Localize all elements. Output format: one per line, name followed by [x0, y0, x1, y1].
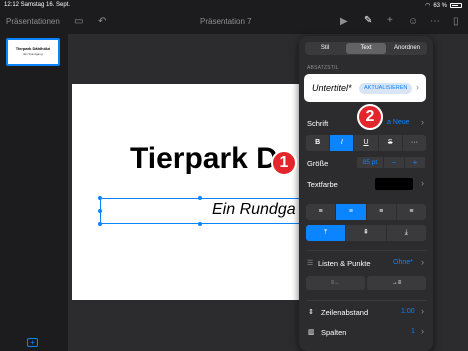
lists-value[interactable]: Ohne*: [393, 259, 413, 266]
battery-icon: [450, 3, 462, 8]
columns-value[interactable]: 1: [411, 328, 415, 335]
align-middle-button[interactable]: ⇞: [346, 225, 386, 241]
list-icon: ☰: [307, 260, 314, 267]
sidebar-toggle-icon[interactable]: ▭: [74, 17, 83, 27]
format-panel: Stil Text Anordnen ABSATZSTIL Untertitel…: [299, 36, 433, 351]
align-right-button[interactable]: ≡: [366, 204, 396, 220]
columns-icon: ▥: [308, 329, 315, 336]
line-spacing-label: Zeilenabstand: [321, 308, 369, 317]
add-slide-button[interactable]: +: [27, 338, 38, 347]
selection-handle[interactable]: [98, 209, 102, 213]
status-right: ◠ 63 %: [425, 2, 462, 9]
status-time: 12:12 Samstag 16. Sept.: [4, 2, 71, 8]
text-color-label: Textfarbe: [307, 180, 338, 189]
italic-button[interactable]: I: [330, 135, 354, 151]
selection-handle[interactable]: [98, 196, 102, 200]
add-icon[interactable]: +: [387, 16, 393, 26]
text-color-swatch[interactable]: [375, 178, 413, 190]
strikethrough-button[interactable]: S: [378, 135, 402, 151]
size-increase-button[interactable]: +: [405, 157, 425, 168]
lists-label: Listen & Punkte: [318, 259, 371, 268]
more-icon[interactable]: ⋯: [430, 17, 440, 27]
size-stepper: 85 pt − +: [357, 157, 425, 168]
line-spacing-value[interactable]: 1.00: [401, 308, 415, 315]
size-value[interactable]: 85 pt: [357, 157, 383, 168]
more-format-button[interactable]: ···: [402, 135, 427, 151]
slide-navigator: Tierpark Dählhölzi Ein Rundgang: [0, 34, 68, 351]
undo-icon[interactable]: ↶: [98, 17, 106, 27]
selection-handle[interactable]: [198, 196, 202, 200]
slide-subtitle[interactable]: Ein Rundga: [212, 201, 296, 219]
chevron-right-icon: ›: [421, 257, 424, 267]
outdent-button[interactable]: ≡←: [306, 276, 365, 290]
slide-title[interactable]: Tierpark D: [130, 142, 278, 176]
document-title: Präsentation 7: [200, 17, 252, 26]
document-icon[interactable]: ▯: [453, 17, 459, 27]
format-brush-icon[interactable]: ✎: [364, 16, 372, 26]
paragraph-style-card[interactable]: Untertitel* AKTUALISIEREN ›: [304, 74, 426, 102]
vertical-alignment-buttons: ⤒ ⇞ ⤓: [306, 225, 426, 241]
align-left-button[interactable]: ≡: [306, 204, 336, 220]
underline-button[interactable]: U: [354, 135, 378, 151]
battery-percent: 63 %: [433, 2, 447, 9]
divider: [307, 250, 427, 251]
chevron-right-icon: ›: [421, 117, 424, 127]
step-badge-2: 2: [357, 104, 383, 130]
format-tabs: Stil Text Anordnen: [305, 42, 427, 55]
paragraph-style-heading: ABSATZSTIL: [307, 65, 339, 71]
tab-arrange[interactable]: Anordnen: [387, 42, 427, 55]
font-label: Schrift: [307, 119, 329, 128]
update-style-button[interactable]: AKTUALISIEREN: [359, 83, 413, 94]
play-icon[interactable]: ▶: [340, 17, 348, 27]
align-top-button[interactable]: ⤒: [306, 225, 346, 241]
indent-button[interactable]: →≡: [367, 276, 426, 290]
align-center-button[interactable]: ≡: [336, 204, 366, 220]
presentations-button[interactable]: Präsentationen: [6, 17, 60, 26]
chevron-right-icon: ›: [421, 326, 424, 336]
tab-style[interactable]: Stil: [305, 42, 345, 55]
thumbnail-title: Tierpark Dählhölzi: [15, 46, 51, 51]
indent-buttons: ≡← →≡: [306, 276, 426, 290]
step-badge-1: 1: [271, 150, 297, 176]
paragraph-style-value: Untertitel*: [312, 83, 352, 93]
chevron-right-icon: ›: [416, 82, 419, 92]
collaborate-icon[interactable]: ☺: [408, 17, 418, 27]
justify-button[interactable]: ≡: [396, 204, 426, 220]
tab-text[interactable]: Text: [346, 43, 386, 54]
selection-handle[interactable]: [98, 222, 102, 226]
font-value[interactable]: a Neue: [387, 119, 410, 126]
chevron-right-icon: ›: [421, 306, 424, 316]
bold-button[interactable]: B: [306, 135, 330, 151]
line-spacing-icon: ⇕: [308, 309, 314, 316]
status-bar: 12:12 Samstag 16. Sept. ◠ 63 %: [0, 0, 468, 10]
slide-thumbnail[interactable]: Tierpark Dählhölzi Ein Rundgang: [6, 38, 60, 66]
size-label: Größe: [307, 159, 329, 168]
alignment-buttons: ≡ ≡ ≡ ≡: [306, 204, 426, 220]
selection-handle[interactable]: [198, 222, 202, 226]
align-bottom-button[interactable]: ⤓: [386, 225, 426, 241]
text-format-buttons: B I U S ···: [306, 135, 427, 151]
size-decrease-button[interactable]: −: [384, 157, 404, 168]
thumbnail-subtitle: Ein Rundgang: [23, 52, 43, 56]
divider: [307, 300, 427, 301]
columns-label: Spalten: [321, 328, 347, 337]
toolbar: Präsentationen ▭ ↶ Präsentation 7 ▶ ✎ + …: [0, 10, 468, 34]
chevron-right-icon: ›: [421, 178, 424, 188]
wifi-icon: ◠: [425, 3, 431, 9]
